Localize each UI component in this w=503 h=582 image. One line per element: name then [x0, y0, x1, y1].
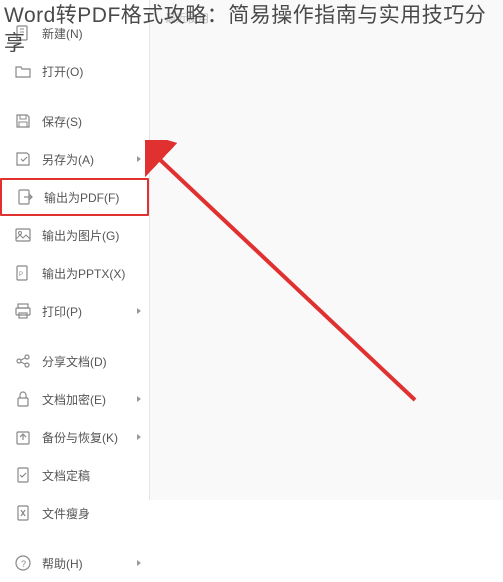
- open-icon: [14, 62, 32, 80]
- backup-icon: [14, 428, 32, 446]
- image-icon: [14, 226, 32, 244]
- menu-item-saveas[interactable]: 另存为(A): [0, 140, 149, 178]
- menu-label: 输出为PPTX(X): [42, 265, 125, 282]
- menu-item-backup[interactable]: 备份与恢复(K): [0, 418, 149, 456]
- menu-item-encrypt[interactable]: 文档加密(E): [0, 380, 149, 418]
- encrypt-icon: [14, 390, 32, 408]
- menu-item-print[interactable]: 打印(P): [0, 292, 149, 330]
- menu-label: 输出为PDF(F): [44, 189, 119, 206]
- menu-list: 新建(N) 打开(O) 保存(S) 另存为(A): [0, 0, 149, 582]
- menu-label: 保存(S): [42, 113, 82, 130]
- menu-item-help[interactable]: ? 帮助(H): [0, 544, 149, 582]
- menu-item-docfix[interactable]: 文档定稿: [0, 456, 149, 494]
- svg-text:P: P: [19, 272, 23, 278]
- pptx-icon: P: [14, 264, 32, 282]
- menu-item-save[interactable]: 保存(S): [0, 102, 149, 140]
- print-icon: [14, 302, 32, 320]
- menu-label: 备份与恢复(K): [42, 429, 118, 446]
- menu-label: 帮助(H): [42, 555, 83, 572]
- menu-label: 文档加密(E): [42, 391, 106, 408]
- screenshot-area: 新建(N) 打开(O) 保存(S) 另存为(A): [0, 0, 503, 500]
- save-icon: [14, 112, 32, 130]
- right-content-panel: 最近使用: [150, 0, 503, 500]
- file-menu-sidebar: 新建(N) 打开(O) 保存(S) 另存为(A): [0, 0, 150, 500]
- menu-item-exportimg[interactable]: 输出为图片(G): [0, 216, 149, 254]
- menu-label: 打开(O): [42, 63, 83, 80]
- docfix-icon: [14, 466, 32, 484]
- chevron-right-icon: [137, 396, 141, 402]
- pdf-icon: [16, 188, 34, 206]
- slim-icon: [14, 504, 32, 522]
- menu-label: 输出为图片(G): [42, 227, 119, 244]
- menu-label: 打印(P): [42, 303, 82, 320]
- help-icon: ?: [14, 554, 32, 572]
- saveas-icon: [14, 150, 32, 168]
- page-title: Word转PDF格式攻略：简易操作指南与实用技巧分享: [4, 2, 499, 59]
- chevron-right-icon: [137, 434, 141, 440]
- menu-item-exportpptx[interactable]: P 输出为PPTX(X): [0, 254, 149, 292]
- chevron-right-icon: [137, 560, 141, 566]
- chevron-right-icon: [137, 156, 141, 162]
- menu-label: 另存为(A): [42, 151, 94, 168]
- menu-label: 分享文档(D): [42, 353, 107, 370]
- menu-item-share[interactable]: 分享文档(D): [0, 342, 149, 380]
- chevron-right-icon: [137, 308, 141, 314]
- svg-text:?: ?: [21, 559, 26, 569]
- menu-item-exportpdf[interactable]: 输出为PDF(F): [0, 178, 149, 216]
- menu-label: 文件瘦身: [42, 505, 90, 522]
- share-icon: [14, 352, 32, 370]
- menu-label: 文档定稿: [42, 467, 90, 484]
